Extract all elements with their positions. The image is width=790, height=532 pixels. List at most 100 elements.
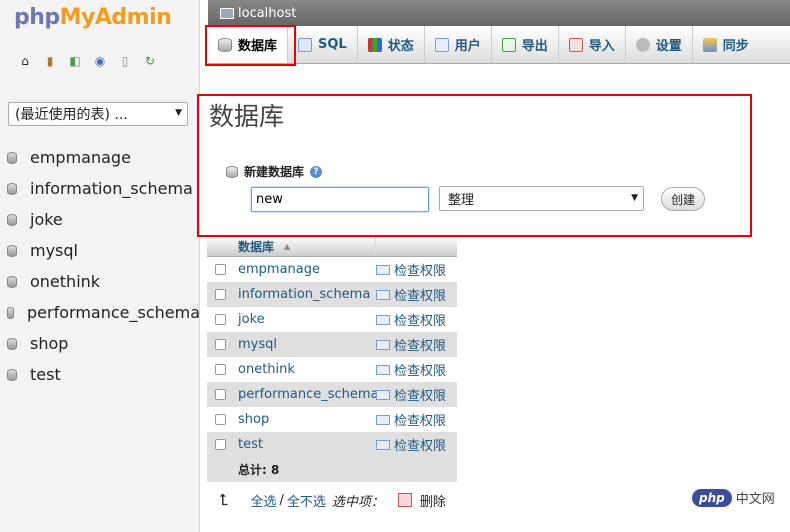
server-breadcrumb: localhost [208, 0, 790, 26]
check-privileges-link[interactable]: 检查权限 [376, 410, 446, 429]
database-link[interactable]: performance_schema [238, 387, 379, 402]
privileges-icon [376, 439, 390, 450]
users-icon [434, 37, 449, 52]
status-icon [367, 37, 382, 52]
table-row: test 检查权限 [207, 432, 457, 457]
table-total-row: 总计: 8 [207, 457, 457, 482]
tree-item-label: shop [30, 334, 69, 353]
new-database-icon [226, 165, 238, 178]
new-database-name-input[interactable] [251, 187, 429, 212]
row-checkbox[interactable] [215, 439, 226, 450]
server-name[interactable]: localhost [238, 6, 296, 21]
check-privileges-label: 检查权限 [394, 414, 447, 429]
check-privileges-label: 检查权限 [394, 314, 447, 329]
row-checkbox[interactable] [215, 289, 226, 300]
tree-item-database[interactable]: shop [0, 328, 200, 359]
tab-sql[interactable]: SQL [288, 26, 358, 63]
delete-button[interactable]: 删除 [420, 491, 446, 510]
import-icon [568, 37, 583, 52]
row-checkbox[interactable] [215, 264, 226, 275]
table-row: performance_schema 检查权限 [207, 382, 457, 407]
tab-label: 数据库 [238, 39, 278, 54]
database-icon [7, 182, 17, 195]
row-checkbox[interactable] [215, 314, 226, 325]
docs-page-icon[interactable]: ▯ [117, 53, 133, 69]
delete-icon[interactable] [397, 493, 412, 507]
tab-label: 同步 [722, 39, 749, 54]
tab-settings[interactable]: 设置 [626, 26, 693, 63]
check-privileges-link[interactable]: 检查权限 [376, 360, 446, 379]
database-link[interactable]: empmanage [238, 262, 376, 277]
check-privileges-link[interactable]: 检查权限 [376, 310, 446, 329]
tab-users[interactable]: 用户 [425, 26, 492, 63]
check-privileges-link[interactable]: 检查权限 [376, 435, 446, 454]
row-checkbox[interactable] [215, 339, 226, 350]
tree-item-label: mysql [30, 241, 78, 260]
tab-status[interactable]: 状态 [358, 26, 425, 63]
arrow-up-left-icon: ⮤ [219, 490, 229, 509]
home-icon[interactable]: ⌂ [17, 53, 33, 69]
tree-item-database[interactable]: information_schema [0, 173, 200, 204]
row-checkbox[interactable] [215, 389, 226, 400]
bulk-actions: ⮤ 全选 / 全不选 选中项： 删除 [219, 490, 446, 510]
tree-item-database[interactable]: mysql [0, 235, 200, 266]
chevron-down-icon: ▼ [175, 108, 182, 118]
check-privileges-label: 检查权限 [394, 339, 447, 354]
exit-icon[interactable]: ▮ [42, 53, 58, 69]
check-privileges-link[interactable]: 检查权限 [376, 285, 446, 304]
tree-item-database[interactable]: performance_schema [0, 297, 200, 328]
tab-label: 状态 [387, 39, 414, 54]
table-row: joke 检查权限 [207, 307, 457, 332]
uncheck-all-link[interactable]: 全不选 [287, 491, 326, 510]
check-privileges-link[interactable]: 检查权限 [376, 260, 446, 279]
privileges-icon [376, 339, 390, 350]
check-privileges-link[interactable]: 检查权限 [376, 335, 446, 354]
sql-query-icon[interactable]: ◧ [67, 53, 83, 69]
database-link[interactable]: test [238, 437, 376, 452]
tree-item-database[interactable]: joke [0, 204, 200, 235]
create-button[interactable]: 创建 [661, 187, 705, 211]
tab-export[interactable]: 导出 [492, 26, 559, 63]
database-icon [7, 213, 17, 226]
database-column-header[interactable]: 数据库 ▲ [207, 236, 376, 256]
create-database-label: 新建数据库 ? [226, 163, 323, 180]
tab-sync[interactable]: 同步 [693, 26, 759, 63]
chevron-down-icon: ▼ [631, 193, 638, 203]
page-title: 数据库 [209, 102, 285, 131]
check-privileges-label: 检查权限 [394, 439, 447, 454]
nav-icon-bar: ⌂ ▮ ◧ ◉ ▯ ↻ [17, 53, 167, 69]
database-icon [218, 37, 232, 52]
database-link[interactable]: joke [238, 312, 376, 327]
reload-icon[interactable]: ↻ [142, 53, 158, 69]
database-link[interactable]: mysql [238, 337, 376, 352]
tree-item-database[interactable]: onethink [0, 266, 200, 297]
database-link[interactable]: shop [238, 412, 376, 427]
docs-icon[interactable]: ◉ [92, 53, 108, 69]
create-database-text: 新建数据库 [244, 165, 305, 179]
server-icon [220, 7, 234, 19]
row-checkbox[interactable] [215, 364, 226, 375]
check-privileges-label: 检查权限 [394, 389, 447, 404]
check-all-link[interactable]: 全选 [250, 491, 276, 510]
database-link[interactable]: onethink [238, 362, 376, 377]
tree-item-label: onethink [30, 272, 101, 291]
database-link[interactable]: information_schema [238, 287, 376, 302]
table-row: empmanage 检查权限 [207, 257, 457, 282]
sql-icon [298, 37, 313, 52]
help-icon[interactable]: ? [310, 165, 323, 178]
tree-item-database[interactable]: test [0, 359, 200, 390]
check-privileges-link[interactable]: 检查权限 [376, 385, 446, 404]
collation-select[interactable]: 整理 ▼ [439, 186, 644, 211]
recent-tables-select[interactable]: (最近使用的表) ... ▼ [8, 102, 188, 126]
phpmyadmin-logo[interactable]: phpMyAdmin [14, 5, 172, 30]
tree-item-database[interactable]: empmanage [0, 142, 200, 173]
table-header: 数据库 ▲ [207, 236, 457, 257]
privileges-icon [376, 414, 390, 425]
logo-myadmin-text: MyAdmin [59, 5, 172, 30]
table-row: mysql 检查权限 [207, 332, 457, 357]
tab-databases[interactable]: 数据库 [208, 26, 289, 63]
tab-import[interactable]: 导入 [559, 26, 626, 63]
privileges-icon [376, 389, 390, 400]
row-checkbox[interactable] [215, 414, 226, 425]
database-icon [7, 151, 17, 164]
